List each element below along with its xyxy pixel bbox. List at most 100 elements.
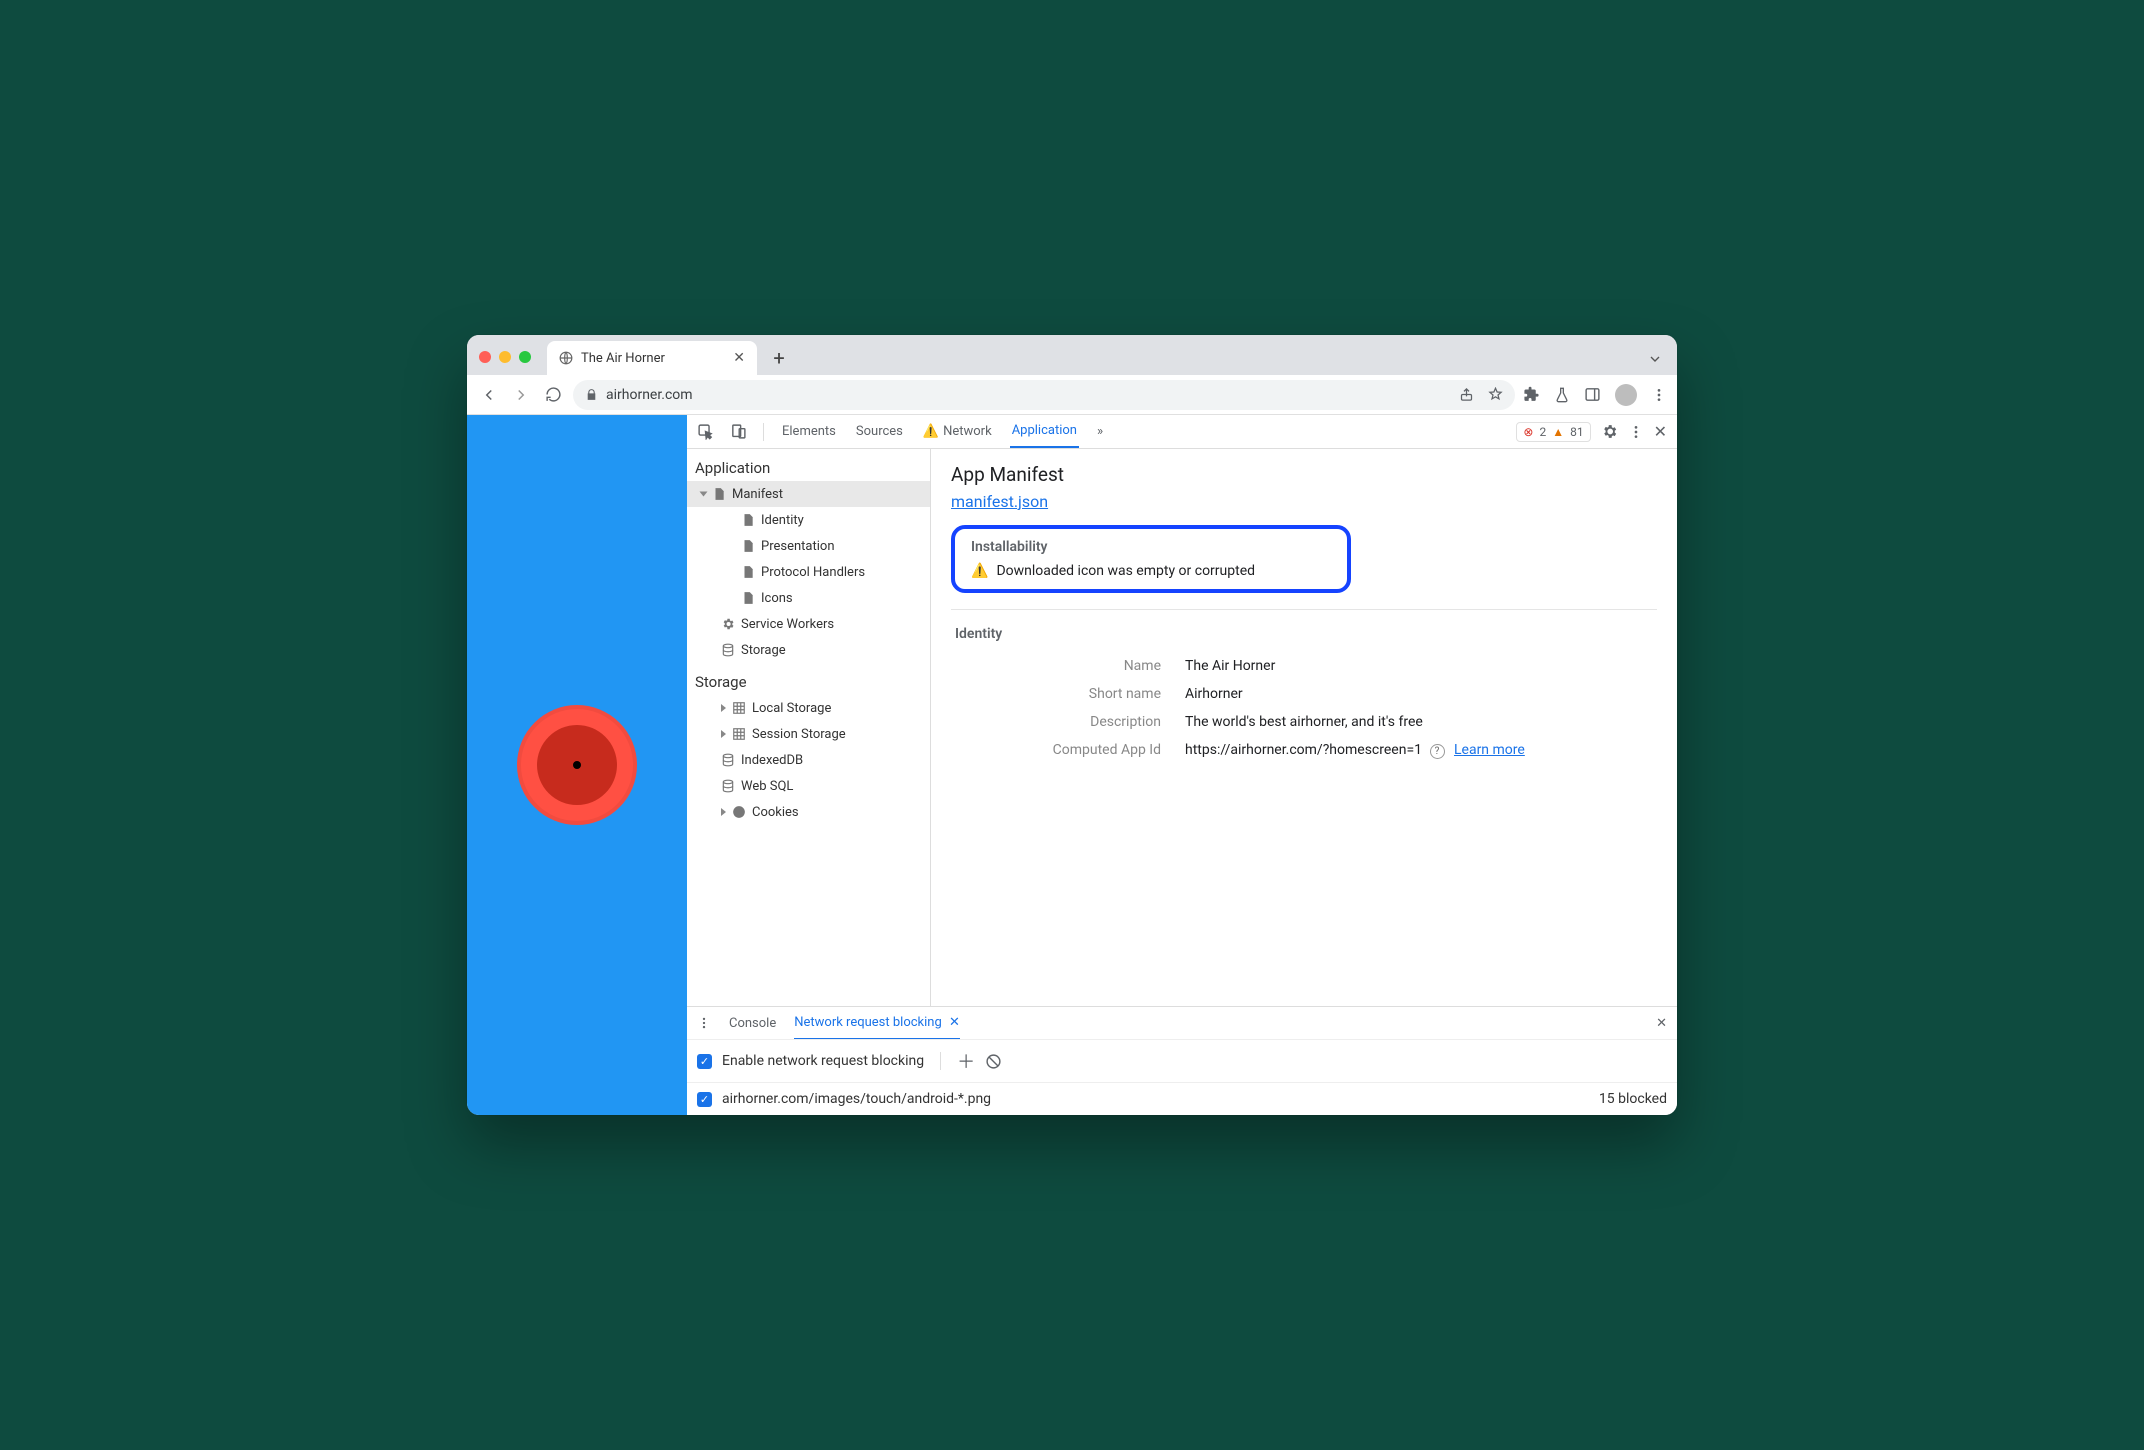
devtools-drawer: Console Network request blocking ✕ ✕ ✓ E…	[687, 1006, 1677, 1115]
drawer-tab-console[interactable]: Console	[729, 1008, 776, 1039]
sidebar-item-websql[interactable]: Web SQL	[687, 773, 930, 799]
tab-network[interactable]: ⚠️Network	[921, 416, 994, 447]
share-icon[interactable]	[1459, 387, 1474, 402]
drawer-tabs: Console Network request blocking ✕ ✕	[687, 1007, 1677, 1039]
content-area: Elements Sources ⚠️Network Application »…	[467, 415, 1677, 1115]
manifest-link[interactable]: manifest.json	[951, 492, 1048, 511]
warning-icon: ⚠️	[971, 563, 988, 579]
field-computed-app-id: Computed App Id https://airhorner.com/?h…	[951, 736, 1657, 765]
identity-heading: Identity	[951, 626, 1657, 642]
blocking-toolbar-row: ✓ Enable network request blocking ＋	[687, 1039, 1677, 1082]
tabs-chevron-icon[interactable]	[1647, 351, 1663, 367]
enable-blocking-checkbox[interactable]: ✓	[697, 1054, 712, 1069]
tab-application[interactable]: Application	[1010, 415, 1079, 448]
sidebar-item-indexeddb[interactable]: IndexedDB	[687, 747, 930, 773]
gear-icon	[721, 617, 735, 631]
drawer-menu-icon[interactable]	[697, 1016, 711, 1030]
disclosure-triangle-icon	[700, 492, 708, 497]
forward-button[interactable]	[509, 383, 533, 407]
window-maximize-button[interactable]	[519, 351, 531, 363]
airhorn-button[interactable]	[517, 705, 637, 825]
tab-elements[interactable]: Elements	[780, 416, 838, 447]
sidebar-item-cookies[interactable]: Cookies	[687, 799, 930, 825]
clear-all-icon[interactable]	[985, 1053, 1002, 1070]
database-icon	[721, 643, 735, 657]
devtools-menu-icon[interactable]	[1628, 424, 1644, 440]
browser-tab[interactable]: The Air Horner ✕	[547, 341, 757, 375]
device-toggle-icon[interactable]	[730, 423, 747, 440]
disclosure-triangle-icon	[721, 808, 726, 816]
window-minimize-button[interactable]	[499, 351, 511, 363]
settings-gear-icon[interactable]	[1601, 423, 1618, 440]
sidebar-item-identity[interactable]: Identity	[687, 507, 930, 533]
address-bar[interactable]: airhorner.com	[573, 380, 1515, 410]
window-controls	[479, 351, 531, 363]
page-viewport	[467, 415, 687, 1115]
tab-strip: The Air Horner ✕ +	[467, 335, 1677, 375]
devtools-panel: Elements Sources ⚠️Network Application »…	[687, 415, 1677, 1115]
reload-button[interactable]	[541, 383, 565, 407]
window-close-button[interactable]	[479, 351, 491, 363]
sidebar-item-manifest[interactable]: Manifest	[687, 481, 930, 507]
file-icon	[741, 539, 755, 553]
installability-section: Installability ⚠️ Downloaded icon was em…	[951, 525, 1351, 593]
panel-title: App Manifest	[951, 463, 1657, 486]
side-panel-icon[interactable]	[1584, 386, 1601, 403]
file-icon	[712, 487, 726, 501]
labs-icon[interactable]	[1554, 387, 1570, 403]
browser-toolbar: airhorner.com	[467, 375, 1677, 415]
lock-icon	[585, 388, 598, 401]
field-short-name: Short name Airhorner	[951, 680, 1657, 708]
tab-sources[interactable]: Sources	[854, 416, 905, 447]
tab-close-icon[interactable]: ✕	[733, 350, 745, 366]
back-button[interactable]	[477, 383, 501, 407]
blocking-pattern-row[interactable]: ✓ airhorner.com/images/touch/android-*.p…	[687, 1082, 1677, 1115]
file-icon	[741, 513, 755, 527]
blocked-count: 15 blocked	[1599, 1091, 1667, 1107]
sidebar-item-protocol-handlers[interactable]: Protocol Handlers	[687, 559, 930, 585]
pattern-checkbox[interactable]: ✓	[697, 1092, 712, 1107]
manifest-panel: App Manifest manifest.json Installabilit…	[931, 449, 1677, 1006]
profile-avatar[interactable]	[1615, 384, 1637, 406]
extensions-icon[interactable]	[1523, 386, 1540, 403]
tabs-overflow-icon[interactable]: »	[1095, 416, 1105, 447]
sidebar-item-local-storage[interactable]: Local Storage	[687, 695, 930, 721]
browser-menu-icon[interactable]	[1651, 387, 1667, 403]
error-icon: ⊗	[1523, 425, 1533, 439]
cookie-icon	[732, 805, 746, 819]
devtools-close-icon[interactable]: ✕	[1654, 422, 1667, 441]
disclosure-triangle-icon	[721, 730, 726, 738]
new-tab-button[interactable]: +	[765, 344, 793, 372]
sidebar-cat-storage: Storage	[687, 663, 930, 695]
field-description: Description The world's best airhorner, …	[951, 708, 1657, 736]
drawer-close-icon[interactable]: ✕	[1656, 1016, 1667, 1031]
disclosure-triangle-icon	[721, 704, 726, 712]
grid-icon	[732, 701, 746, 715]
sidebar-item-icons[interactable]: Icons	[687, 585, 930, 611]
field-name: Name The Air Horner	[951, 652, 1657, 680]
installability-warning-text: Downloaded icon was empty or corrupted	[996, 563, 1255, 579]
issues-pill[interactable]: ⊗2 ▲81	[1516, 422, 1590, 442]
grid-icon	[732, 727, 746, 741]
drawer-tab-network-blocking[interactable]: Network request blocking ✕	[794, 1007, 960, 1040]
database-icon	[721, 779, 735, 793]
warning-icon: ▲	[1552, 425, 1564, 439]
sidebar-item-presentation[interactable]: Presentation	[687, 533, 930, 559]
address-text: airhorner.com	[606, 387, 693, 403]
devtools-toolbar: Elements Sources ⚠️Network Application »…	[687, 415, 1677, 449]
sidebar-cat-application: Application	[687, 449, 930, 481]
sidebar-item-service-workers[interactable]: Service Workers	[687, 611, 930, 637]
help-icon[interactable]: ?	[1430, 744, 1445, 759]
learn-more-link[interactable]: Learn more	[1454, 742, 1525, 758]
bookmark-star-icon[interactable]	[1488, 387, 1503, 402]
devtools-main: Application Manifest Identity Presentati…	[687, 449, 1677, 1006]
add-pattern-button[interactable]: ＋	[957, 1048, 975, 1074]
sidebar-item-storage[interactable]: Storage	[687, 637, 930, 663]
file-icon	[741, 591, 755, 605]
browser-window: The Air Horner ✕ + airhorner.com	[467, 335, 1677, 1115]
file-icon	[741, 565, 755, 579]
tab-title: The Air Horner	[581, 351, 665, 366]
close-icon[interactable]: ✕	[949, 1015, 960, 1030]
inspect-icon[interactable]	[697, 423, 714, 440]
sidebar-item-session-storage[interactable]: Session Storage	[687, 721, 930, 747]
